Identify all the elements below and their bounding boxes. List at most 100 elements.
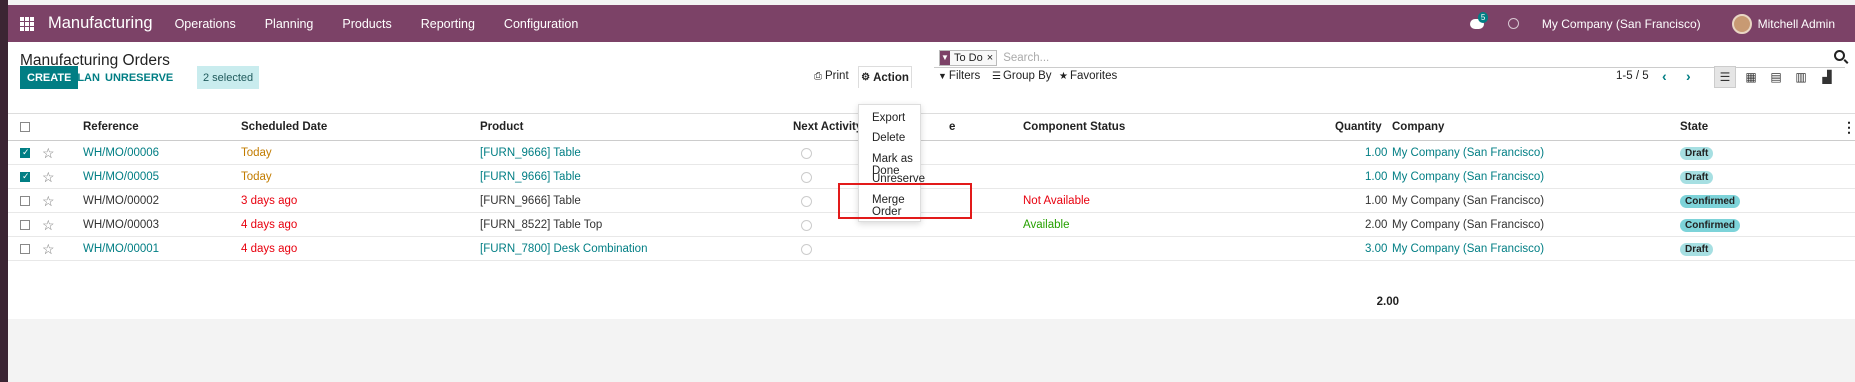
status-badge: Confirmed: [1680, 190, 1740, 212]
action-button[interactable]: ⚙ Action: [858, 66, 912, 88]
chat-icon[interactable]: 5: [1469, 11, 1489, 29]
activity-clock-icon[interactable]: [801, 166, 812, 188]
search-input[interactable]: Search...: [1003, 52, 1049, 64]
cell-product[interactable]: [FURN_7800] Desk Combination: [480, 238, 647, 260]
group-by-icon: ☰: [992, 70, 1001, 82]
favorites-label: Favorites: [1069, 70, 1118, 82]
action-label: Action: [873, 71, 909, 84]
menu-configuration[interactable]: Configuration: [504, 17, 578, 31]
plan-button[interactable]: PLAN: [70, 66, 100, 89]
column-product[interactable]: Product: [480, 114, 523, 140]
column-scheduled-date[interactable]: Scheduled Date: [241, 114, 327, 140]
company-switcher[interactable]: My Company (San Francisco): [1542, 17, 1701, 31]
status-badge-label: Confirmed: [1680, 218, 1740, 232]
facet-remove-icon[interactable]: ×: [987, 52, 996, 64]
column-state[interactable]: State: [1680, 114, 1708, 140]
menu-item-export[interactable]: Export: [872, 112, 905, 124]
favorites-button[interactable]: ★ Favorites: [1059, 70, 1117, 82]
empty-background: [8, 319, 1855, 382]
status-badge-label: Draft: [1680, 242, 1714, 256]
column-reference[interactable]: Reference: [83, 114, 139, 140]
row-checkbox[interactable]: [20, 238, 30, 260]
menu-planning[interactable]: Planning: [265, 17, 314, 31]
search-icon[interactable]: [1834, 50, 1845, 61]
menu-operations[interactable]: Operations: [175, 17, 236, 31]
cell-scheduled-date: Today: [241, 171, 272, 183]
row-checkbox[interactable]: [20, 214, 30, 236]
cell-scheduled-date: 4 days ago: [241, 219, 298, 231]
cell-company[interactable]: My Company (San Francisco): [1392, 142, 1544, 164]
cell-company[interactable]: My Company (San Francisco): [1392, 214, 1544, 236]
print-button[interactable]: ⎙ Print: [814, 70, 849, 82]
avatar[interactable]: [1731, 13, 1752, 34]
print-icon: ⎙: [814, 70, 822, 82]
cell-company[interactable]: My Company (San Francisco): [1392, 190, 1544, 212]
control-panel: Manufacturing Orders ▼ To Do × Search...…: [8, 42, 1855, 100]
table-header: Reference Scheduled Date Product Next Ac…: [8, 113, 1855, 141]
activity-clock-icon[interactable]: [801, 142, 812, 164]
status-badge: Draft: [1680, 142, 1714, 164]
priority-star-icon[interactable]: ☆: [42, 166, 55, 188]
menu-products[interactable]: Products: [342, 17, 391, 31]
unreserve-button[interactable]: UNRESERVE: [105, 66, 173, 89]
cell-reference[interactable]: WH/MO/00006: [83, 142, 159, 164]
cell-reference[interactable]: WH/MO/00005: [83, 166, 159, 188]
cell-scheduled-date: 4 days ago: [241, 243, 298, 255]
activity-clock-icon[interactable]: [801, 238, 812, 260]
cell-product[interactable]: [FURN_9666] Table: [480, 166, 581, 188]
cell-reference[interactable]: WH/MO/00001: [83, 238, 159, 260]
table-row[interactable]: ☆ WH/MO/00001 4 days ago [FURN_7800] Des…: [8, 238, 1855, 261]
column-component-status[interactable]: Component Status: [1023, 114, 1125, 140]
group-by-button[interactable]: ☰ Group By: [992, 70, 1052, 82]
gear-icon: ⚙: [861, 72, 871, 83]
column-next-activity[interactable]: Next Activity: [793, 114, 862, 140]
cell-reference[interactable]: WH/MO/00003: [83, 214, 159, 236]
cell-product[interactable]: [FURN_9666] Table: [480, 142, 581, 164]
column-company[interactable]: Company: [1392, 114, 1444, 140]
activity-clock-icon[interactable]: [1507, 18, 1519, 29]
pivot-view-icon[interactable]: ▥: [1790, 66, 1812, 88]
menu-item-delete[interactable]: Delete: [872, 132, 905, 144]
calendar-view-icon[interactable]: ▤: [1765, 66, 1787, 88]
cell-product[interactable]: [FURN_9666] Table: [480, 190, 581, 212]
user-menu[interactable]: Mitchell Admin: [1758, 17, 1835, 31]
column-quantity[interactable]: Quantity: [1335, 114, 1382, 140]
activity-clock-icon[interactable]: [801, 214, 812, 236]
column-options-icon[interactable]: ⋮: [1842, 114, 1855, 140]
priority-star-icon[interactable]: ☆: [42, 214, 55, 236]
apps-menu-icon[interactable]: [20, 16, 34, 31]
table-row[interactable]: ☆ WH/MO/00006 Today [FURN_9666] Table 1.…: [8, 142, 1855, 165]
priority-star-icon[interactable]: ☆: [42, 238, 55, 260]
pager-previous-icon[interactable]: ‹: [1662, 68, 1667, 84]
column-hidden-suffix[interactable]: e: [949, 114, 955, 140]
list-view-icon[interactable]: ☰: [1714, 66, 1736, 88]
cell-scheduled-date: Today: [241, 147, 272, 159]
menu-reporting[interactable]: Reporting: [421, 17, 475, 31]
print-label: Print: [825, 70, 849, 82]
highlight-annotation-box: [838, 183, 972, 219]
cell-company[interactable]: My Company (San Francisco): [1392, 166, 1544, 188]
cell-component-status: Not Available: [1023, 195, 1090, 207]
priority-star-icon[interactable]: ☆: [42, 142, 55, 164]
select-all-checkbox[interactable]: [20, 114, 30, 140]
kanban-view-icon[interactable]: ▦: [1740, 66, 1762, 88]
row-checkbox[interactable]: [20, 142, 30, 164]
row-checkbox[interactable]: [20, 190, 30, 212]
app-brand[interactable]: Manufacturing: [48, 14, 153, 33]
row-checkbox[interactable]: [20, 166, 30, 188]
cell-component-status: Available: [1023, 219, 1070, 231]
cell-product[interactable]: [FURN_8522] Table Top: [480, 214, 602, 236]
cell-company[interactable]: My Company (San Francisco): [1392, 238, 1544, 260]
pager-next-icon[interactable]: ›: [1686, 68, 1691, 84]
cell-reference[interactable]: WH/MO/00002: [83, 190, 159, 212]
systray: 5 My Company (San Francisco) Mitchell Ad…: [1469, 5, 1855, 42]
graph-view-icon[interactable]: ▟: [1816, 66, 1838, 88]
status-badge: Confirmed: [1680, 214, 1740, 236]
filters-button[interactable]: ▼ Filters: [938, 70, 980, 82]
filters-label: Filters: [948, 70, 981, 82]
pager-value[interactable]: 1-5 / 5: [1616, 70, 1649, 82]
facet-label: To Do: [954, 51, 983, 64]
search-bar[interactable]: ▼ To Do × Search...: [934, 48, 1845, 68]
activity-clock-icon[interactable]: [801, 190, 812, 212]
priority-star-icon[interactable]: ☆: [42, 190, 55, 212]
